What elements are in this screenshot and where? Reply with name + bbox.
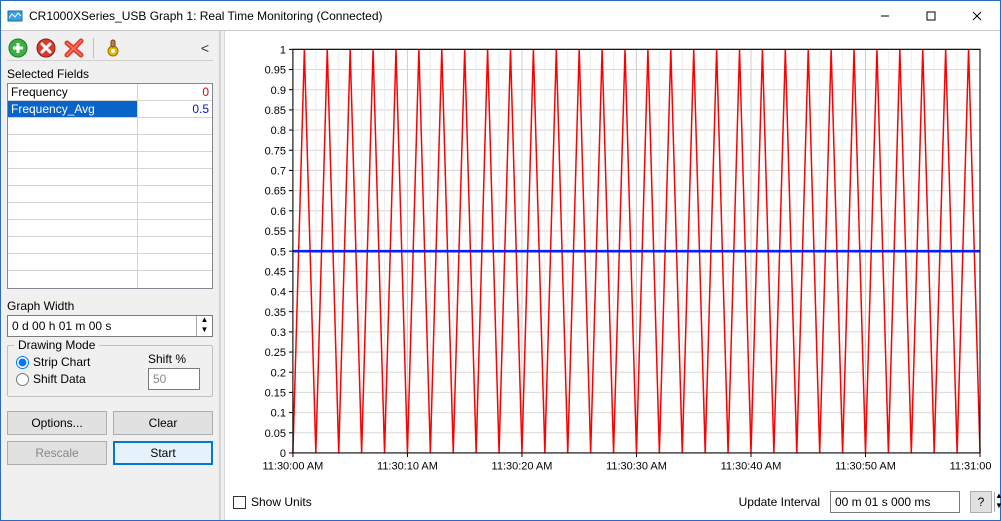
svg-text:0.45: 0.45 (265, 266, 286, 278)
svg-text:11:31:00 AM: 11:31:00 AM (950, 460, 992, 472)
svg-text:11:30:50 AM: 11:30:50 AM (835, 460, 896, 472)
bottom-bar: Show Units Update Interval ▲▼ ? (233, 484, 992, 514)
drawing-mode-group: Drawing Mode Strip ChartShift Data Shift… (7, 345, 213, 397)
add-icon[interactable] (7, 37, 29, 59)
delete-icon[interactable] (63, 37, 85, 59)
table-row[interactable] (8, 254, 212, 271)
field-value-cell: 0 (138, 84, 212, 100)
selected-fields-label: Selected Fields (7, 67, 213, 81)
toolbar-divider (93, 38, 94, 58)
radio-icon[interactable] (16, 356, 29, 369)
gear-icon[interactable] (102, 37, 124, 59)
rescale-button: Rescale (7, 441, 107, 465)
clear-button[interactable]: Clear (113, 411, 213, 435)
svg-text:11:30:00 AM: 11:30:00 AM (263, 460, 324, 472)
update-interval-spinner[interactable]: ▲▼ (994, 492, 1001, 512)
graph-width-label: Graph Width (7, 299, 213, 313)
svg-text:11:30:10 AM: 11:30:10 AM (377, 460, 438, 472)
window-title: CR1000XSeries_USB Graph 1: Real Time Mon… (29, 9, 862, 23)
field-name-cell[interactable]: Frequency_Avg (8, 101, 138, 117)
selected-fields-table[interactable]: Frequency0Frequency_Avg0.5 (7, 83, 213, 289)
close-icon[interactable] (35, 37, 57, 59)
drawing-mode-option[interactable]: Shift Data (16, 372, 148, 386)
table-row[interactable] (8, 118, 212, 135)
svg-text:1: 1 (280, 44, 286, 56)
left-panel: < Selected Fields Frequency0Frequency_Av… (1, 31, 220, 520)
checkbox-icon[interactable] (233, 496, 246, 509)
drawing-mode-option[interactable]: Strip Chart (16, 355, 148, 369)
table-row[interactable] (8, 237, 212, 254)
titlebar: CR1000XSeries_USB Graph 1: Real Time Mon… (1, 1, 1000, 31)
svg-text:0.35: 0.35 (265, 307, 286, 319)
svg-text:0.55: 0.55 (265, 226, 286, 238)
radio-label: Shift Data (33, 372, 86, 386)
close-button[interactable] (954, 1, 1000, 30)
svg-text:0.3: 0.3 (271, 327, 286, 339)
svg-text:0.2: 0.2 (271, 367, 286, 379)
svg-text:0.85: 0.85 (265, 105, 286, 117)
table-row[interactable] (8, 203, 212, 220)
svg-text:11:30:40 AM: 11:30:40 AM (721, 460, 782, 472)
graph-width-field[interactable] (8, 317, 196, 335)
table-row[interactable] (8, 152, 212, 169)
minimize-button[interactable] (862, 1, 908, 30)
chart: 0 0.05 0.1 0.15 0.2 0.25 0.3 0.35 0.4 0.45 0.5 0.55… (233, 39, 992, 484)
chart-area: 0 0.05 0.1 0.15 0.2 0.25 0.3 0.35 0.4 0.45 0.5 0.55… (233, 39, 992, 484)
collapse-panel-icon[interactable]: < (197, 40, 213, 56)
shift-percent-label: Shift % (148, 352, 186, 366)
svg-text:0.65: 0.65 (265, 186, 286, 198)
svg-text:0: 0 (280, 448, 286, 460)
svg-text:0.95: 0.95 (265, 65, 286, 77)
svg-text:0.8: 0.8 (271, 125, 286, 137)
table-row[interactable] (8, 186, 212, 203)
svg-text:11:30:20 AM: 11:30:20 AM (492, 460, 553, 472)
show-units-checkbox[interactable]: Show Units (233, 495, 312, 509)
svg-text:0.4: 0.4 (271, 286, 286, 298)
table-row[interactable] (8, 169, 212, 186)
svg-text:0.75: 0.75 (265, 145, 286, 157)
show-units-label: Show Units (251, 495, 312, 509)
radio-label: Strip Chart (33, 355, 90, 369)
svg-text:11:30:30 AM: 11:30:30 AM (606, 460, 667, 472)
app-icon (7, 8, 23, 24)
table-row[interactable] (8, 135, 212, 152)
svg-text:0.1: 0.1 (271, 408, 286, 420)
start-button[interactable]: Start (113, 441, 213, 465)
drawing-mode-label: Drawing Mode (14, 338, 99, 352)
table-row[interactable]: Frequency0 (8, 84, 212, 101)
window-controls (862, 1, 1000, 30)
update-interval-input[interactable]: ▲▼ (830, 491, 960, 513)
table-row[interactable]: Frequency_Avg0.5 (8, 101, 212, 118)
svg-text:0.9: 0.9 (271, 85, 286, 97)
help-button[interactable]: ? (970, 491, 992, 513)
svg-text:0.7: 0.7 (271, 165, 286, 177)
svg-text:0.5: 0.5 (271, 246, 286, 258)
graph-width-spinner[interactable]: ▲▼ (196, 316, 212, 336)
update-interval-label: Update Interval (739, 495, 820, 509)
radio-icon[interactable] (16, 373, 29, 386)
field-name-cell[interactable]: Frequency (8, 84, 138, 100)
maximize-button[interactable] (908, 1, 954, 30)
field-value-cell: 0.5 (138, 101, 212, 117)
table-row[interactable] (8, 271, 212, 288)
action-buttons: Options... Clear Rescale Start (7, 411, 213, 465)
svg-text:0.15: 0.15 (265, 387, 286, 399)
shift-percent-input[interactable]: ▲▼ (148, 368, 200, 390)
options-button[interactable]: Options... (7, 411, 107, 435)
svg-text:0.6: 0.6 (271, 206, 286, 218)
svg-text:0.05: 0.05 (265, 428, 286, 440)
right-panel: 0 0.05 0.1 0.15 0.2 0.25 0.3 0.35 0.4 0.45 0.5 0.55… (225, 31, 1000, 520)
table-row[interactable] (8, 220, 212, 237)
svg-text:0.25: 0.25 (265, 347, 286, 359)
graph-width-input[interactable]: ▲▼ (7, 315, 213, 337)
left-toolbar: < (7, 35, 213, 61)
app-window: CR1000XSeries_USB Graph 1: Real Time Mon… (0, 0, 1001, 521)
